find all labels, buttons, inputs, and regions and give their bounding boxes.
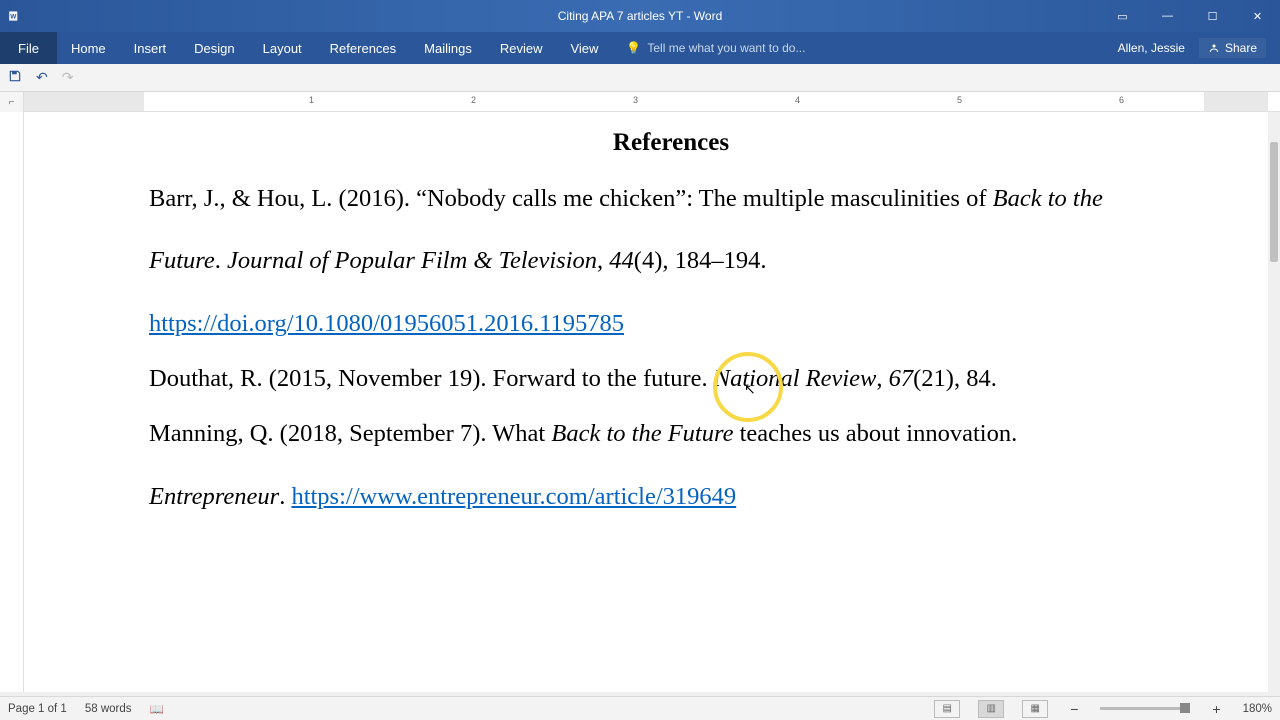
save-icon[interactable]: [8, 69, 22, 86]
spellcheck-icon[interactable]: 📖: [150, 702, 164, 716]
ruler-corner: ⌐: [0, 92, 24, 112]
vertical-scrollbar[interactable]: [1268, 112, 1280, 692]
status-bar: Page 1 of 1 58 words 📖 ▤ ▥ ▦ − + 180%: [0, 696, 1280, 720]
share-button[interactable]: Share: [1199, 38, 1266, 58]
tab-mailings[interactable]: Mailings: [410, 32, 486, 64]
title-bar: W Citing APA 7 articles YT - Word ▭ — ☐ …: [0, 0, 1280, 32]
redo-icon[interactable]: ↷: [62, 69, 74, 86]
tab-layout[interactable]: Layout: [249, 32, 316, 64]
reference-entry-3: Manning, Q. (2018, September 7). What Ba…: [149, 421, 1193, 509]
tab-file[interactable]: File: [0, 32, 57, 64]
reference-entry-1: Barr, J., & Hou, L. (2016). “Nobody call…: [149, 186, 1193, 337]
document-page[interactable]: References Barr, J., & Hou, L. (2016). “…: [24, 112, 1268, 539]
document-area[interactable]: References Barr, J., & Hou, L. (2016). “…: [0, 112, 1268, 692]
tab-insert[interactable]: Insert: [120, 32, 181, 64]
vertical-ruler[interactable]: [0, 112, 24, 692]
close-button[interactable]: ✕: [1235, 0, 1280, 32]
reference-entry-2: Douthat, R. (2015, November 19). Forward…: [149, 366, 1193, 391]
quick-access-toolbar: ↶ ↷: [0, 64, 1280, 92]
read-mode-icon[interactable]: ▤: [934, 700, 960, 718]
word-app-icon: W: [8, 9, 22, 23]
print-layout-icon[interactable]: ▥: [978, 700, 1004, 718]
tab-view[interactable]: View: [556, 32, 612, 64]
horizontal-ruler[interactable]: ⌐ 1 2 3 4 5 6: [0, 92, 1280, 112]
svg-text:W: W: [10, 13, 17, 20]
zoom-level[interactable]: 180%: [1243, 703, 1272, 715]
undo-icon[interactable]: ↶: [36, 69, 48, 86]
maximize-button[interactable]: ☐: [1190, 0, 1235, 32]
window-title: Citing APA 7 articles YT - Word: [558, 9, 723, 23]
zoom-slider[interactable]: [1100, 707, 1190, 710]
references-heading: References: [149, 130, 1193, 156]
zoom-in-button[interactable]: +: [1208, 701, 1224, 717]
help-icon[interactable]: ▭: [1100, 0, 1145, 32]
web-layout-icon[interactable]: ▦: [1022, 700, 1048, 718]
tab-home[interactable]: Home: [57, 32, 120, 64]
doi-link-1[interactable]: https://doi.org/10.1080/01956051.2016.11…: [149, 310, 624, 337]
tab-review[interactable]: Review: [486, 32, 557, 64]
word-count[interactable]: 58 words: [85, 703, 132, 715]
ribbon: File Home Insert Design Layout Reference…: [0, 32, 1280, 64]
tab-references[interactable]: References: [316, 32, 410, 64]
page-indicator[interactable]: Page 1 of 1: [8, 703, 67, 715]
zoom-out-button[interactable]: −: [1066, 701, 1082, 717]
tab-design[interactable]: Design: [180, 32, 248, 64]
user-name[interactable]: Allen, Jessie: [1118, 41, 1185, 55]
lightbulb-icon: 💡: [626, 41, 641, 55]
entrepreneur-link[interactable]: https://www.entrepreneur.com/article/319…: [291, 483, 736, 510]
tell-me-search[interactable]: 💡 Tell me what you want to do...: [612, 32, 1117, 64]
minimize-button[interactable]: —: [1145, 0, 1190, 32]
share-icon: [1208, 42, 1220, 54]
